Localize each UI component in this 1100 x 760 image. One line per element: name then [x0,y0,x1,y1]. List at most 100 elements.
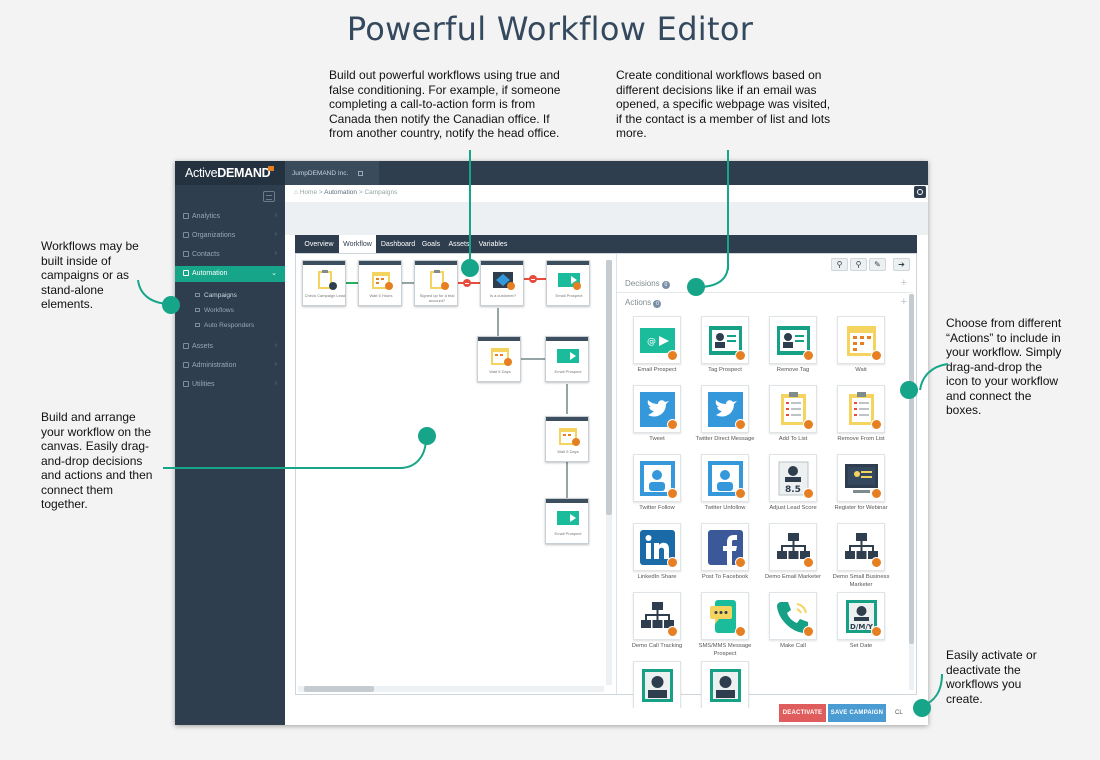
badge-icon [871,350,882,361]
chevron-right-icon: › [274,361,277,368]
action-make-call[interactable]: Make Call [759,592,827,660]
breadcrumb: ⌂ Home > Automation > Campaigns [294,189,398,196]
action-tag-prospect[interactable]: Tag Prospect [691,316,759,384]
analytics-icon [183,213,189,219]
false-branch-icon [529,275,537,283]
sidebar-item-organizations[interactable]: Organizations › [175,228,285,244]
decisions-section[interactable]: Decisions 0 + [617,275,913,293]
connector-line [163,467,403,469]
workflow-node[interactable]: Wait 5 Days [545,416,589,462]
action-twitter-direct-message[interactable]: Twitter Direct Message [691,385,759,453]
menu-toggle-icon[interactable] [263,191,275,202]
action-linkedin-share[interactable]: LinkedIn Share [623,523,691,591]
sidebar-item-analytics[interactable]: Analytics › [175,209,285,225]
tab-overview[interactable]: Overview [301,235,337,253]
contacts-icon [183,251,189,257]
action-sms-mms-message-prospect[interactable]: SMS/MMS Message Prospect [691,592,759,660]
action-remove-tag[interactable]: Remove Tag [759,316,827,384]
action-register-for-webinar[interactable]: Register for Webinar [827,454,895,522]
canvas-vertical-scrollbar[interactable] [606,260,612,685]
zoom-in-icon[interactable]: ⚲ [831,258,848,271]
workflow-node[interactable]: Email Prospect [545,336,589,382]
connector-dot [461,259,479,277]
tab-goals[interactable]: Goals [419,235,443,253]
connector-dot [162,296,180,314]
zoom-out-icon[interactable]: ⚲ [850,258,867,271]
action-contact[interactable] [691,661,759,708]
sidebar-item-automation[interactable]: Automation ⌄ [175,266,285,282]
workflow-node[interactable]: Wait 5 Days [477,336,521,382]
connector-dot [900,381,918,399]
edge [346,282,358,284]
top-bar: JumpDEMAND Inc. [285,161,928,185]
breadcrumb-campaigns[interactable]: Campaigns [364,189,397,196]
action-twitter-follow[interactable]: Twitter Follow [623,454,691,522]
badge-icon [667,488,678,499]
badge-icon [667,419,678,430]
company-selector[interactable]: JumpDEMAND Inc. [285,161,379,185]
tab-workflow[interactable]: Workflow [339,235,376,253]
canvas-horizontal-scrollbar[interactable] [298,686,604,692]
action-demo-call-tracking[interactable]: Demo Call Tracking [623,592,691,660]
workflow-node[interactable]: Signed up for a trial account? [414,260,458,306]
close-button[interactable]: CL [895,710,903,716]
arrow-right-icon[interactable]: ➔ [893,258,910,271]
chevron-right-icon: › [274,380,277,387]
sidebar-subitem-auto-responders[interactable]: Auto Responders [195,322,254,329]
deactivate-button[interactable]: DEACTIVATE [779,704,826,722]
pencil-icon[interactable]: ✎ [869,258,886,271]
edge [497,308,499,336]
sidebar-item-utilities[interactable]: Utilities › [175,377,285,393]
chevron-right-icon: › [274,231,277,238]
tab-dashboard[interactable]: Dashboard [378,235,418,253]
workflow-node[interactable]: Is a customer? [480,260,524,306]
save-campaign-button[interactable]: SAVE CAMPAIGN [828,704,886,722]
actions-vertical-scrollbar[interactable] [909,294,914,690]
actions-section[interactable]: Actions 0 + [617,294,913,312]
calendar-icon [372,272,393,290]
expand-plus-icon[interactable]: + [901,296,907,308]
action-demo-small-business-marketer[interactable]: Demo Small Business Marketer [827,523,895,591]
action-set-date[interactable]: D/M/Y Set Date [827,592,895,660]
action-demo-email-marketer[interactable]: Demo Email Marketer [759,523,827,591]
sidebar-item-administration[interactable]: Administration › [175,358,285,374]
action-email-prospect[interactable]: @ Email Prospect [623,316,691,384]
workflow-node[interactable]: Wait 5 Hours [358,260,402,306]
action-tweet[interactable]: Tweet [623,385,691,453]
chevron-right-icon: › [274,342,277,349]
breadcrumb-home[interactable]: Home [300,189,317,196]
workflow-node[interactable]: Check Campaign Lead [302,260,346,306]
workflow-node[interactable]: Email Prospect [546,260,590,306]
email-icon [558,273,581,290]
workflow-node[interactable]: Email Prospect [545,498,589,544]
callout-actions: Choose from different “Actions” to inclu… [946,316,1062,417]
app-logo[interactable]: ActiveDEMAND [175,161,285,185]
tab-variables[interactable]: Variables [475,235,511,253]
action-wait[interactable]: Wait [827,316,895,384]
action-contact[interactable] [623,661,691,708]
action-post-to-facebook[interactable]: Post To Facebook [691,523,759,591]
sidebar-subitem-workflows[interactable]: Workflows [195,307,234,314]
callout-arrange: Build and arrange your workflow on the c… [41,410,153,511]
action-remove-from-list[interactable]: Remove From List [827,385,895,453]
badge-icon [803,350,814,361]
sidebar-item-assets[interactable]: Assets › [175,339,285,355]
settings-gear-icon[interactable] [914,186,926,198]
action-adjust-lead-score[interactable]: 8.5 Adjust Lead Score [759,454,827,522]
campaigns-icon [195,293,200,297]
edge [402,282,414,284]
workflow-editor: Check Campaign Lead Wait 5 Hours Signed … [295,253,917,708]
action-add-to-list[interactable]: Add To List [759,385,827,453]
workflow-canvas[interactable]: Check Campaign Lead Wait 5 Hours Signed … [296,254,614,694]
auto-responders-icon [195,323,200,327]
action-twitter-unfollow[interactable]: Twitter Unfollow [691,454,759,522]
sidebar-subitem-campaigns[interactable]: Campaigns [195,292,237,299]
breadcrumb-automation[interactable]: Automation [324,189,357,196]
badge-icon [667,557,678,568]
expand-plus-icon[interactable]: + [901,277,907,289]
sidebar-item-contacts[interactable]: Contacts › [175,247,285,263]
callout-activate: Easily activate or deactivate the workfl… [946,648,1037,706]
lock-icon [183,362,189,368]
badge-icon [735,419,746,430]
sidebar: ActiveDEMAND Analytics › Organizations › C… [175,161,285,725]
